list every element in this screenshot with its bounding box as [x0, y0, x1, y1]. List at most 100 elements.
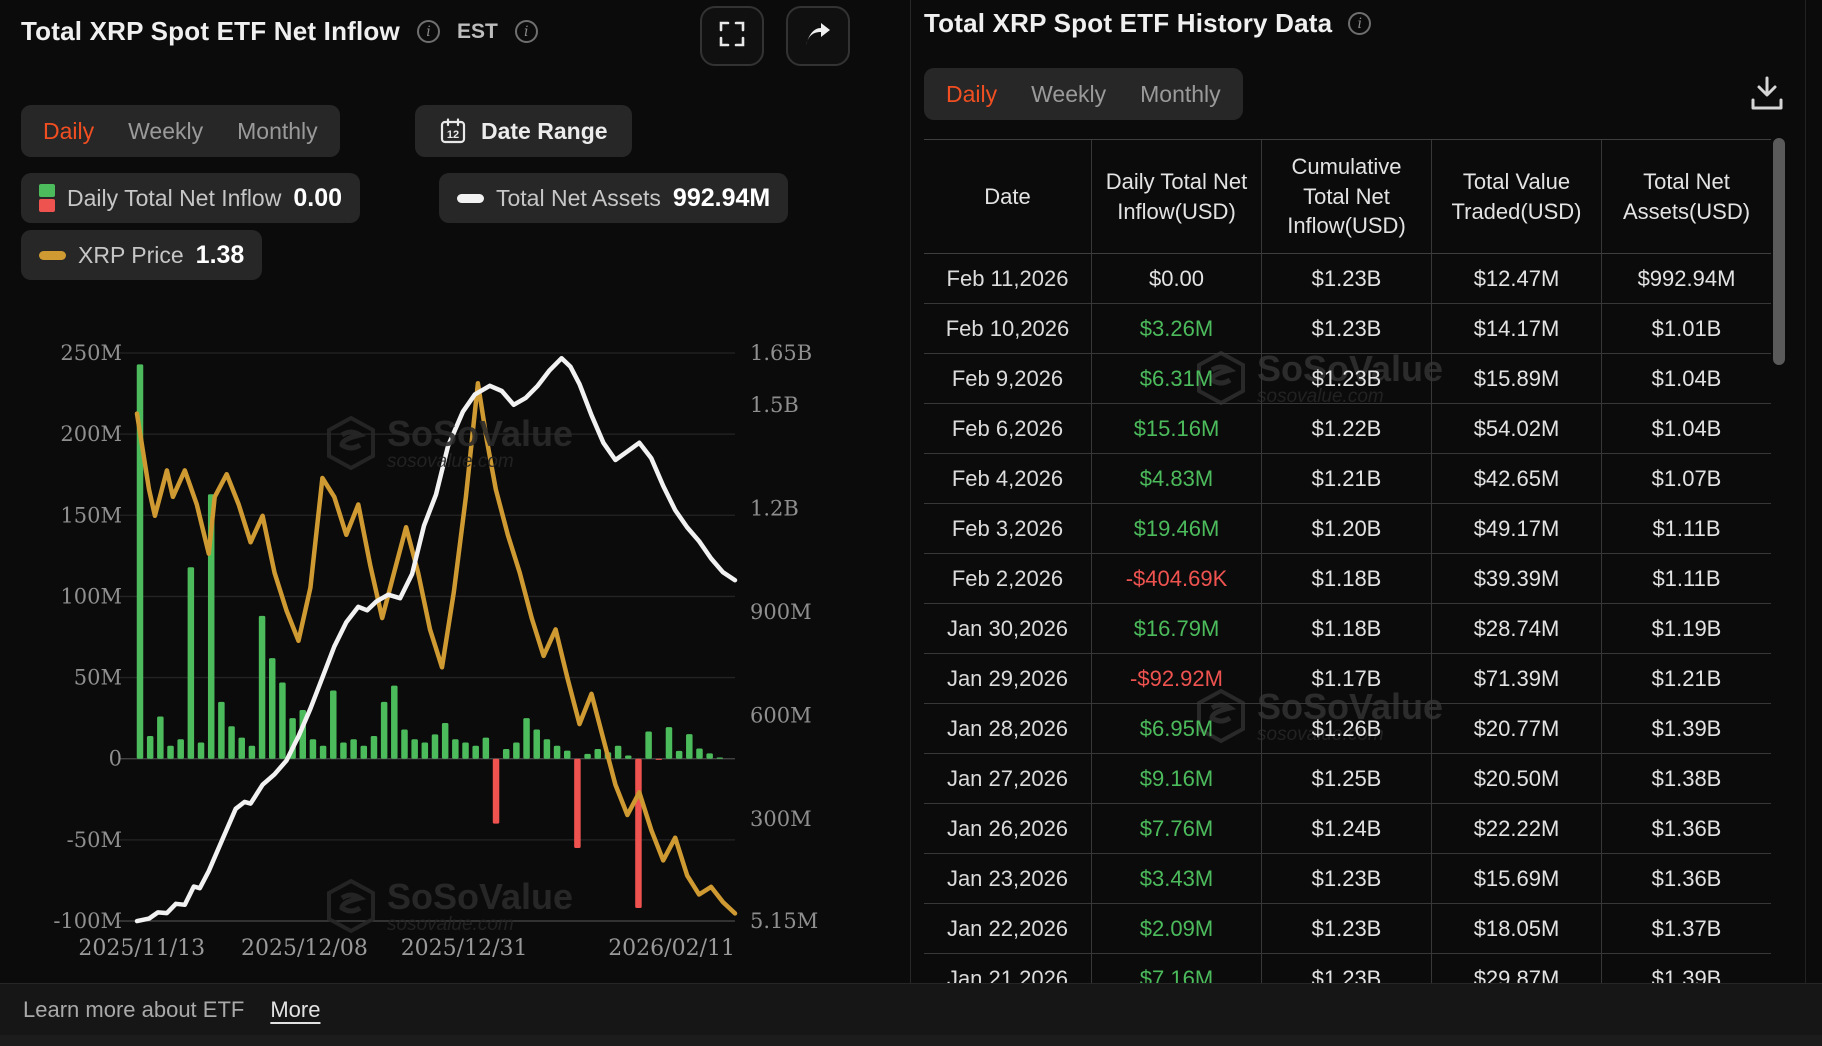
left-axis-tick: -50M [67, 828, 122, 852]
inflow-bar[interactable] [656, 759, 663, 760]
inflow-bar[interactable] [666, 727, 673, 759]
info-icon[interactable]: i [417, 20, 440, 43]
inflow-bar[interactable] [330, 691, 337, 759]
inflow-bar[interactable] [401, 730, 408, 759]
inflow-bar[interactable] [218, 702, 225, 759]
table-row[interactable]: Jan 22,2026$2.09M$1.23B$18.05M$1.37B [924, 904, 1771, 954]
inflow-bar[interactable] [554, 746, 561, 759]
inflow-bar[interactable] [696, 748, 703, 758]
table-row[interactable]: Feb 2,2026-$404.69K$1.18B$39.39M$1.11B [924, 554, 1771, 604]
inflow-bar[interactable] [706, 753, 713, 758]
table-row[interactable]: Jan 27,2026$9.16M$1.25B$20.50M$1.38B [924, 754, 1771, 804]
table-cell: $1.01B [1602, 304, 1771, 354]
table-row[interactable]: Jan 29,2026-$92.92M$1.17B$71.39M$1.21B [924, 654, 1771, 704]
table-scrollbar[interactable] [1773, 138, 1785, 365]
table-cell: $20.50M [1432, 754, 1602, 804]
inflow-bar[interactable] [584, 754, 591, 759]
chart-tab-weekly[interactable]: Weekly [128, 118, 203, 145]
inflow-bar[interactable] [544, 739, 551, 758]
inflow-bar[interactable] [340, 742, 347, 758]
table-cell: $39.39M [1432, 554, 1602, 604]
inflow-bar[interactable] [391, 686, 398, 759]
inflow-bar[interactable] [615, 746, 622, 759]
table-row[interactable]: Feb 3,2026$19.46M$1.20B$49.17M$1.11B [924, 504, 1771, 554]
history-tab-monthly[interactable]: Monthly [1140, 81, 1221, 108]
inflow-bar[interactable] [371, 736, 378, 759]
table-row[interactable]: Feb 10,2026$3.26M$1.23B$14.17M$1.01B [924, 304, 1771, 354]
chart-tab-daily[interactable]: Daily [43, 118, 94, 145]
date-range-button[interactable]: 12 Date Range [415, 105, 632, 157]
inflow-bar[interactable] [147, 736, 154, 759]
inflow-bar[interactable] [523, 718, 530, 759]
inflow-bar[interactable] [157, 717, 164, 759]
table-row[interactable]: Feb 11,2026$0.00$1.23B$12.47M$992.94M [924, 254, 1771, 304]
timezone-label: EST [457, 20, 498, 44]
inflow-bar[interactable] [564, 751, 571, 759]
fullscreen-button[interactable] [700, 6, 764, 66]
inflow-bar[interactable] [228, 726, 235, 758]
chart-tab-monthly[interactable]: Monthly [237, 118, 318, 145]
table-row[interactable]: Jan 23,2026$3.43M$1.23B$15.69M$1.36B [924, 854, 1771, 904]
inflow-bar[interactable] [320, 746, 327, 759]
table-row[interactable]: Jan 21,2026$7.16M$1.23B$29.87M$1.39B [924, 954, 1771, 983]
inflow-bar[interactable] [381, 702, 388, 759]
inflow-bar[interactable] [676, 751, 683, 759]
inflow-bar[interactable] [462, 742, 469, 758]
timezone-info-icon[interactable]: i [515, 20, 538, 43]
inflow-bar[interactable] [645, 731, 652, 758]
inflow-bar[interactable] [422, 742, 429, 758]
inflow-bar[interactable] [238, 738, 245, 759]
legend-total-net-assets[interactable]: Total Net Assets 992.94M [439, 173, 788, 223]
table-cell: $12.47M [1432, 254, 1602, 304]
inflow-bar[interactable] [483, 738, 490, 759]
inflow-bar[interactable] [533, 730, 540, 759]
inflow-bar[interactable] [595, 749, 602, 759]
inflow-bar[interactable] [442, 723, 449, 759]
inflow-bar[interactable] [249, 746, 256, 759]
legend-xrp-price[interactable]: XRP Price 1.38 [21, 230, 262, 280]
info-icon[interactable]: i [1348, 12, 1371, 35]
table-row[interactable]: Feb 4,2026$4.83M$1.21B$42.65M$1.07B [924, 454, 1771, 504]
inflow-bar[interactable] [411, 739, 418, 758]
table-cell: $1.36B [1602, 804, 1771, 854]
inflow-bar[interactable] [493, 759, 500, 824]
inflow-bar[interactable] [625, 755, 632, 758]
download-button[interactable] [1748, 74, 1786, 119]
history-tab-daily[interactable]: Daily [946, 81, 997, 108]
footer-more-link[interactable]: More [270, 997, 320, 1023]
history-tab-weekly[interactable]: Weekly [1031, 81, 1106, 108]
inflow-bar[interactable] [361, 746, 368, 759]
inflow-bar[interactable] [574, 759, 581, 848]
table-row[interactable]: Jan 30,2026$16.79M$1.18B$28.74M$1.19B [924, 604, 1771, 654]
inflow-bar[interactable] [259, 616, 266, 759]
inflow-bar[interactable] [177, 739, 184, 758]
inflow-bar[interactable] [503, 749, 510, 759]
inflow-bar[interactable] [635, 759, 642, 908]
inflow-bar[interactable] [279, 682, 286, 758]
inflow-bar[interactable] [269, 658, 276, 759]
table-cell: $6.31M [1092, 354, 1262, 404]
table-cell: $1.23B [1262, 954, 1432, 983]
inflow-bar[interactable] [198, 742, 205, 758]
legend-daily-net-inflow[interactable]: Daily Total Net Inflow 0.00 [21, 173, 360, 223]
inflow-bar[interactable] [513, 742, 520, 758]
inflow-bar[interactable] [310, 739, 317, 758]
inflow-bar[interactable] [686, 734, 693, 759]
share-button[interactable] [786, 6, 850, 66]
table-cell: $1.18B [1262, 554, 1432, 604]
table-row[interactable]: Jan 26,2026$7.76M$1.24B$22.22M$1.36B [924, 804, 1771, 854]
table-cell: $1.19B [1602, 604, 1771, 654]
table-row[interactable]: Feb 9,2026$6.31M$1.23B$15.89M$1.04B [924, 354, 1771, 404]
inflow-bar[interactable] [188, 567, 195, 758]
table-cell: $1.20B [1262, 504, 1432, 554]
inflow-bar[interactable] [432, 734, 439, 758]
inflow-bar[interactable] [350, 739, 357, 758]
table-row[interactable]: Feb 6,2026$15.16M$1.22B$54.02M$1.04B [924, 404, 1771, 454]
table-cell: $1.11B [1602, 504, 1771, 554]
inflow-bar[interactable] [167, 746, 174, 759]
inflow-bar[interactable] [717, 758, 724, 759]
inflow-bar[interactable] [472, 746, 479, 759]
table-row[interactable]: Jan 28,2026$6.95M$1.26B$20.77M$1.39B [924, 704, 1771, 754]
right-axis-tick: 600M [750, 704, 812, 728]
inflow-bar[interactable] [452, 739, 459, 758]
